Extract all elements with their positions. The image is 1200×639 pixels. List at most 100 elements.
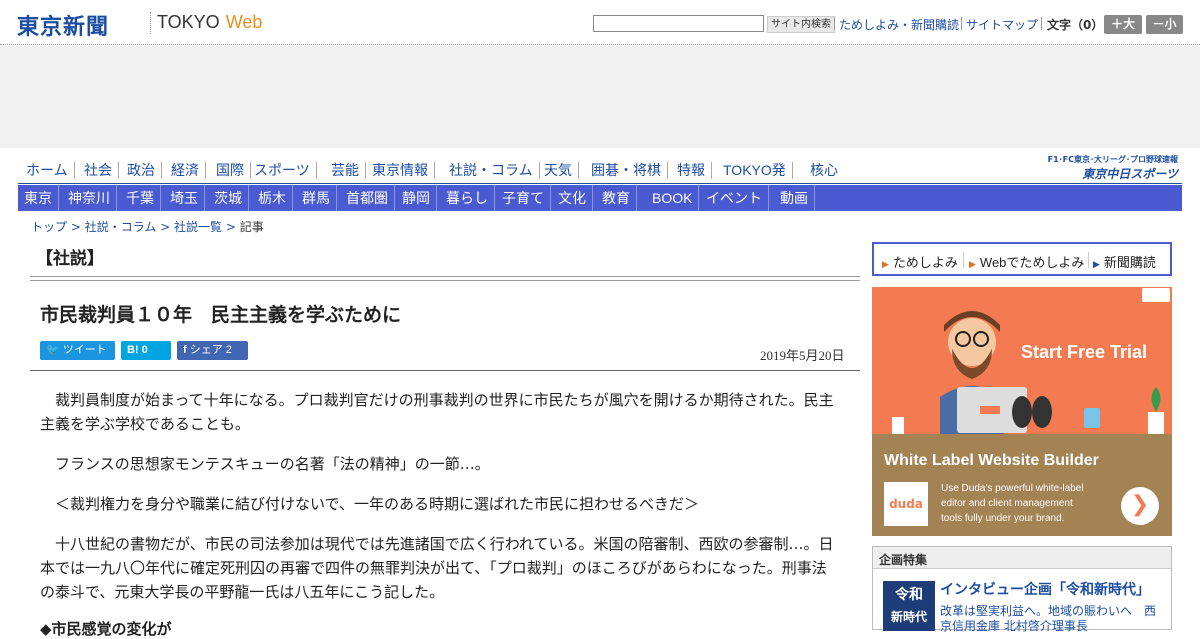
subscription-links-box: ▶ ためしよみ ▶ Webでためしよみ ▶ 新聞購読 xyxy=(872,242,1172,276)
chunichi-logo: 東京中日スポーツ xyxy=(1082,167,1178,181)
duda-logo: duda xyxy=(884,482,928,526)
divider xyxy=(963,252,964,268)
article-date: 2019年5月20日 xyxy=(760,348,845,363)
web-trial-link-label: Webでためしよみ xyxy=(979,255,1085,270)
article-subheading: ◆市民感覚の変化が xyxy=(40,620,172,638)
regional-nav-item[interactable]: 首都圏 xyxy=(340,185,395,211)
chunichi-tagline: F1･FC東京･大リーグ･プロ野球速報 xyxy=(1047,155,1178,164)
regional-nav-item[interactable]: 神奈川 xyxy=(62,185,117,211)
divider xyxy=(1088,252,1089,268)
tweet-label: ツイート xyxy=(62,344,107,356)
regional-nav-item[interactable]: 千葉 xyxy=(120,185,161,211)
nav-item[interactable]: スポーツ xyxy=(248,162,317,179)
web-trial-link[interactable]: ▶ Webでためしよみ xyxy=(969,252,1084,271)
feature-thumbnail[interactable]: 令和 新時代 xyxy=(883,581,935,631)
site-search-input[interactable] xyxy=(593,15,764,32)
regional-nav-item[interactable]: 埼玉 xyxy=(164,185,205,211)
breadcrumb-editorial[interactable]: 社説・コラム xyxy=(85,220,157,234)
ad-headline: White Label Website Builder xyxy=(884,452,1099,469)
font-smaller-button[interactable]: －小 xyxy=(1146,15,1183,34)
regional-nav-item[interactable]: 群馬 xyxy=(296,185,337,211)
regional-nav-item[interactable]: イベント xyxy=(700,185,769,211)
ad-arrow-button[interactable]: ❯ xyxy=(1121,487,1159,525)
regional-nav-item[interactable]: 東京 xyxy=(18,185,59,211)
regional-nav-item[interactable]: 文化 xyxy=(552,185,593,211)
divider xyxy=(834,17,835,30)
regional-nav-item[interactable]: 静岡 xyxy=(396,185,437,211)
site-search-button[interactable]: サイト内検索 xyxy=(767,16,835,33)
hatena-bookmark-button[interactable]: B! 0 xyxy=(121,341,171,360)
primary-nav: ホーム 社会 政治 経済 国際 スポーツ 芸能 東京情報 社説・コラム 天気 囲碁・将棋 特報 TOKY… xyxy=(18,158,1182,184)
article-title: 市民裁判員１０年 民主主義を学ぶために xyxy=(40,304,402,326)
regional-nav-item[interactable]: 栃木 xyxy=(252,185,293,211)
arrow-right-icon: ▶ xyxy=(1093,259,1100,269)
regional-nav-item[interactable]: 子育て xyxy=(496,185,551,211)
divider xyxy=(1041,17,1042,30)
divider xyxy=(961,17,962,30)
breadcrumb-editorial-list[interactable]: 社説一覧 xyxy=(174,220,222,234)
sitemap-link[interactable]: サイトマップ xyxy=(966,16,1038,33)
trial-link[interactable]: ▶ ためしよみ xyxy=(882,252,958,271)
ad-description: Use Duda's powerful white-label editor a… xyxy=(941,483,1084,524)
nav-item[interactable]: 政治 xyxy=(121,162,162,179)
nav-item[interactable]: 特報 xyxy=(671,162,712,179)
font-size-label: 文字（0） xyxy=(1047,18,1104,32)
article-paragraph: フランスの思想家モンテスキューの名著「法の精神」の一節…。 xyxy=(40,455,490,473)
ad-choices-icon[interactable] xyxy=(1142,288,1170,302)
trial-subscribe-link[interactable]: ためしよみ・新聞購読 xyxy=(839,16,959,33)
regional-nav: 東京 神奈川 千葉 埼玉 茨城 栃木 群馬 首都圏 静岡 暮らし 子育て 文化 教育 BOOK イベント 動画 xyxy=(18,185,1182,211)
hatena-b-icon: B! xyxy=(127,344,139,356)
nav-item[interactable]: 天気 xyxy=(538,162,579,179)
nav-item[interactable]: ホーム xyxy=(20,162,75,179)
sidebar-ad[interactable]: Start Free Trial White Label Website Bui… xyxy=(872,287,1172,536)
article-paragraph: ＜裁判権力を身分や職業に結び付けないで、一年のある時期に選ばれた市民に担わせるべ… xyxy=(40,495,699,513)
nav-item[interactable]: 囲碁・将棋 xyxy=(585,162,668,179)
article-paragraph: 十八世紀の書物だが、市民の司法参加は現代では先進諸国で広く行われている。米国の陪… xyxy=(40,535,834,601)
trial-link-label: ためしよみ xyxy=(892,255,958,270)
regional-nav-item[interactable]: 茨城 xyxy=(208,185,249,211)
ad-copy-area: White Label Website Builder duda Use Dud… xyxy=(872,434,1172,536)
ad-illustration-area: Start Free Trial xyxy=(872,287,1172,434)
arrow-right-icon: ▶ xyxy=(882,259,889,269)
nav-item[interactable]: 核心 xyxy=(804,162,844,179)
article-paragraph: 裁判員制度が始まって十年になる。プロ裁判官だけの刑事裁判の世界に市民たちが風穴を… xyxy=(40,391,834,433)
breadcrumb: トップ > 社説・コラム > 社説一覧 > 記事 xyxy=(31,218,264,235)
nav-item[interactable]: TOKYO発 xyxy=(717,162,793,179)
regional-nav-item[interactable]: 動画 xyxy=(774,185,815,211)
breadcrumb-sep: > xyxy=(222,220,240,234)
nav-item[interactable]: 芸能 xyxy=(325,162,366,179)
subscribe-link[interactable]: ▶ 新聞購読 xyxy=(1093,252,1156,271)
site-logo[interactable]: 東京新聞 xyxy=(17,9,109,41)
section-heading: 【社説】 xyxy=(36,249,104,269)
facebook-f-icon: f xyxy=(183,344,187,356)
nav-item[interactable]: 東京情報 xyxy=(366,162,435,179)
nav-item[interactable]: 社説・コラム xyxy=(443,162,540,179)
feature-heading: 企画特集 xyxy=(873,547,1171,569)
regional-nav-item[interactable]: 教育 xyxy=(596,185,637,211)
nav-item[interactable]: 国際 xyxy=(210,162,251,179)
feature-box: 企画特集 令和 新時代 インタビュー企画「令和新時代」 改革は堅実利益へ。地域の賑… xyxy=(872,546,1172,633)
hatena-count: 0 xyxy=(141,344,148,356)
thumbnail-line: 新時代 xyxy=(890,610,927,624)
regional-nav-item[interactable]: BOOK xyxy=(646,185,700,211)
breadcrumb-sep: > xyxy=(67,220,85,234)
nav-item[interactable]: 経済 xyxy=(165,162,206,179)
chunichi-sports-banner[interactable]: F1･FC東京･大リーグ･プロ野球速報 東京中日スポーツ xyxy=(1048,154,1178,182)
facebook-share-button[interactable]: f シェア 2 xyxy=(177,341,248,360)
subscribe-link-label: 新聞購読 xyxy=(1103,255,1156,270)
top-ad-banner xyxy=(0,46,1200,148)
feature-title-link[interactable]: インタビュー企画「令和新時代」 xyxy=(940,579,1150,599)
nav-item[interactable]: 社会 xyxy=(78,162,119,179)
breadcrumb-sep: > xyxy=(156,220,175,234)
breadcrumb-top[interactable]: トップ xyxy=(31,220,67,234)
logo-tokyo-text: TOKYO xyxy=(157,12,220,32)
thumbnail-line: 令和 xyxy=(895,587,923,603)
regional-nav-item[interactable]: 暮らし xyxy=(440,185,495,211)
ad-cta-text: Start Free Trial xyxy=(1021,342,1148,362)
site-header: 東京新聞 TOKYO Web サイト内検索 ためしよみ・新聞購読 サイトマップ 文… xyxy=(0,0,1200,45)
font-larger-button[interactable]: ＋大 xyxy=(1104,15,1142,34)
tokyo-web-logo[interactable]: TOKYO Web xyxy=(157,12,262,33)
breadcrumb-current: 記事 xyxy=(239,220,264,234)
arrow-right-icon: ▶ xyxy=(969,259,976,269)
tweet-button[interactable]: 🐦 ツイート xyxy=(40,341,115,360)
